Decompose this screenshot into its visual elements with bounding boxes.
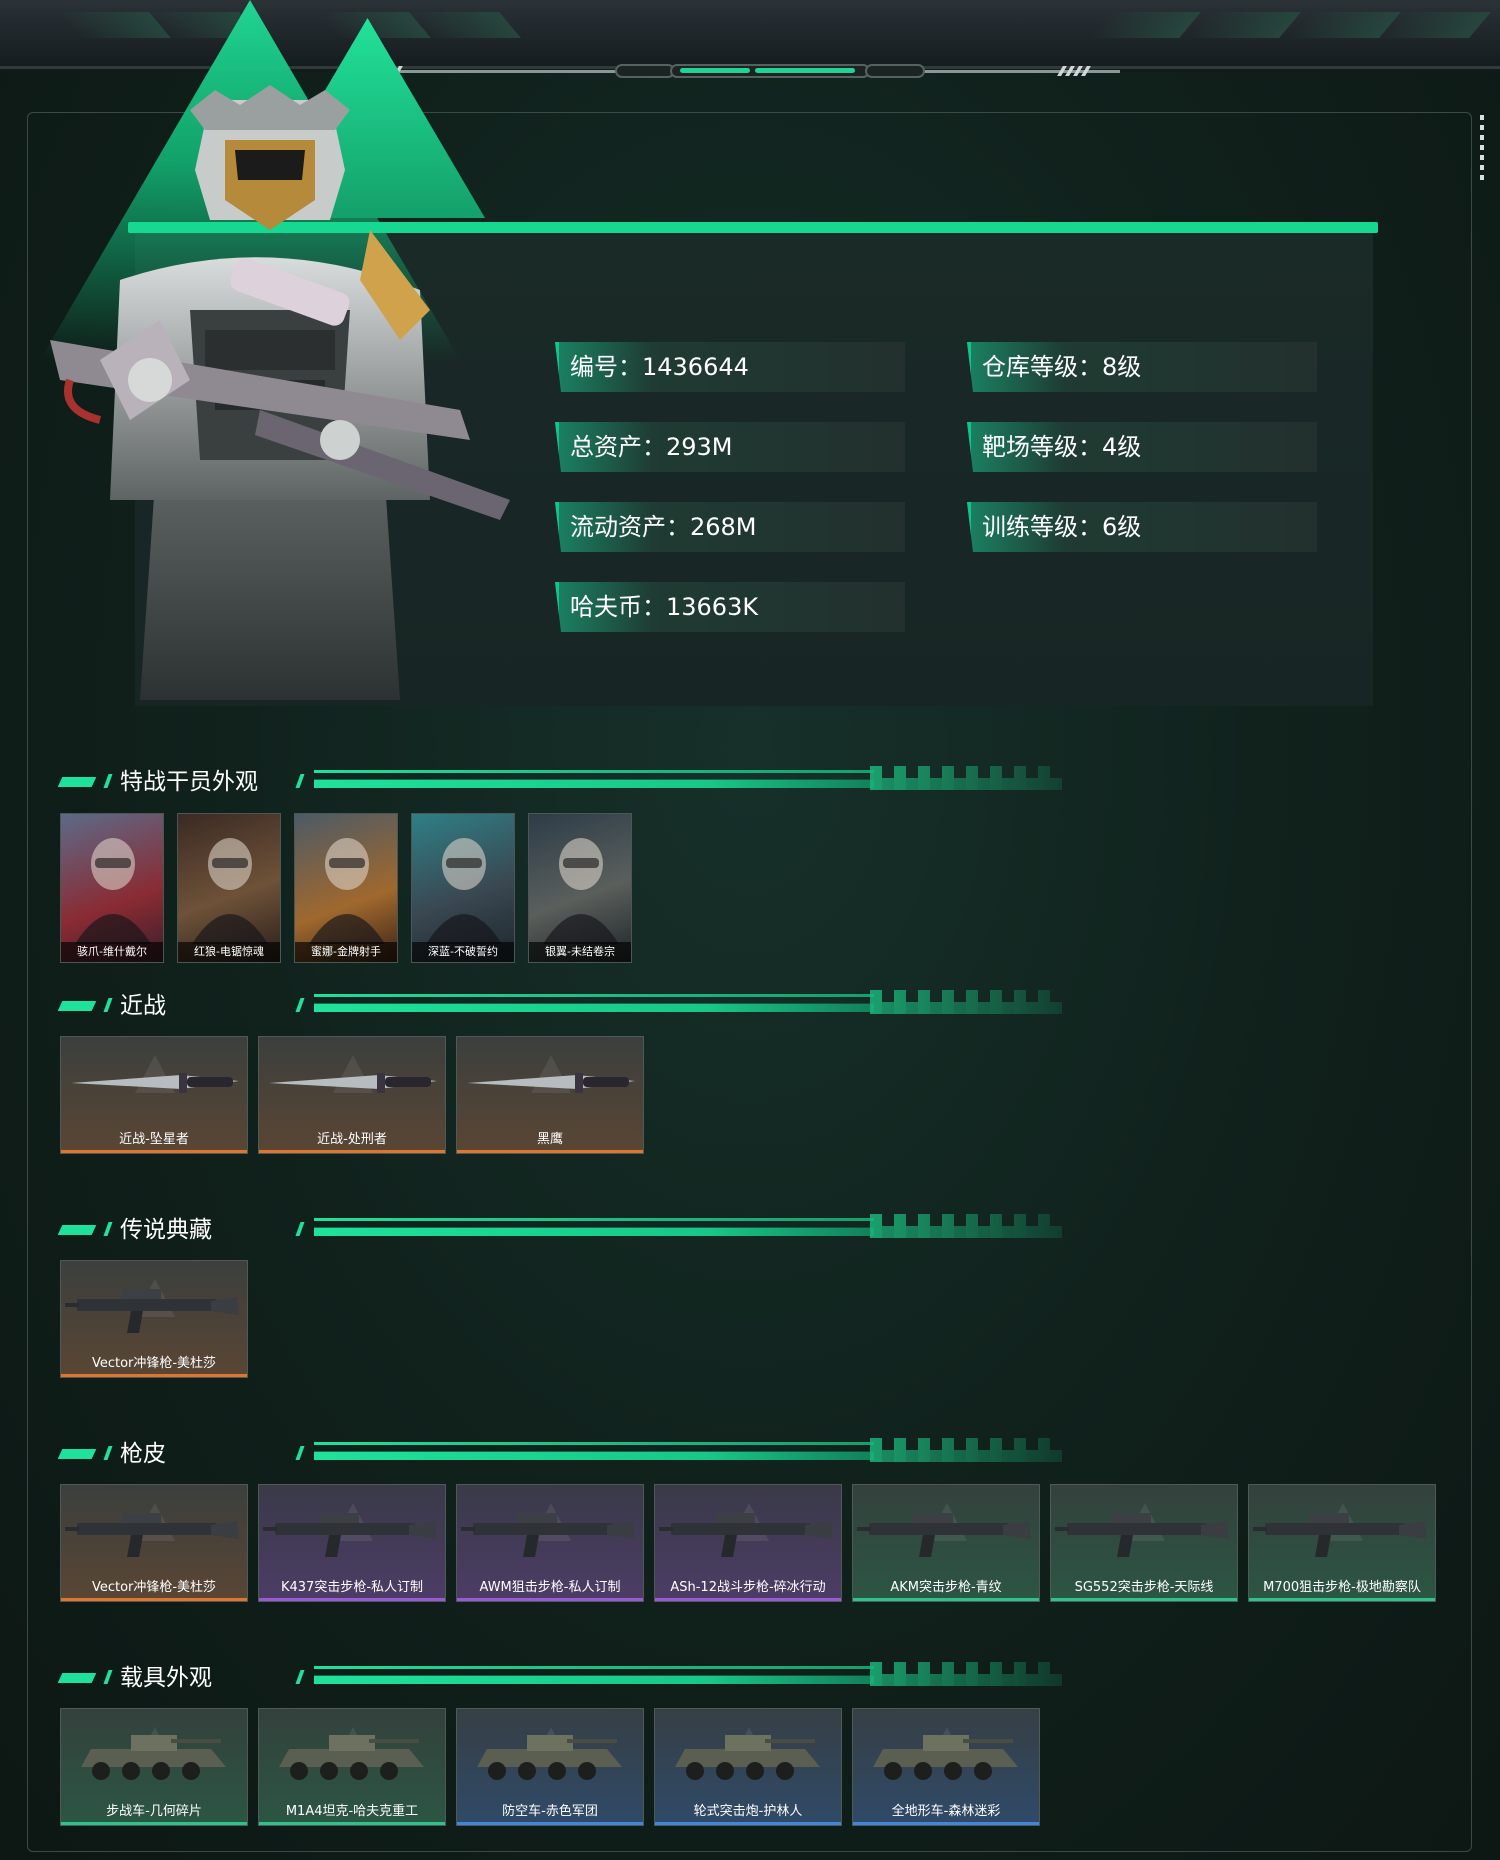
rarity-underline: [1249, 1598, 1435, 1601]
rarity-underline: [259, 1822, 445, 1825]
hud-pill: [615, 64, 675, 78]
weapon-icon: [65, 1513, 239, 1557]
weapon-icon: [659, 1513, 833, 1557]
rarity-underline: [259, 1150, 445, 1153]
section-header-legendary: 传说典藏: [57, 1214, 1072, 1246]
scroll-indicator: [1480, 115, 1484, 185]
melee-card[interactable]: 黑鹰: [456, 1036, 644, 1154]
profile-training-level: 训练等级：6级: [967, 502, 1317, 552]
vehicle-icon: [873, 1735, 1018, 1780]
vehicle-icon: [675, 1735, 820, 1780]
vehicle-card[interactable]: 防空车-赤色军团: [456, 1708, 644, 1826]
weapon-icon: [71, 1073, 239, 1093]
weapon-icon: [269, 1073, 437, 1093]
vehicle-card[interactable]: 全地形车-森林迷彩: [852, 1708, 1040, 1826]
skin-card[interactable]: ASh-12战斗步枪-碎冰行动: [654, 1484, 842, 1602]
section-header-melee: 近战: [57, 990, 1072, 1022]
rarity-underline: [259, 1598, 445, 1601]
operator-name: 深蓝-不破誓约: [412, 942, 514, 962]
section-title: 近战: [120, 993, 166, 1019]
operator-card[interactable]: 红狼-电锯惊魂: [177, 813, 281, 963]
vehicle-card[interactable]: 轮式突击炮-护林人: [654, 1708, 842, 1826]
profile-hafu-coins: 哈夫币：13663K: [555, 582, 905, 632]
weapon-icon: [1055, 1513, 1229, 1557]
hud-glow: [680, 68, 750, 73]
operator-card[interactable]: 蜜娜-金牌射手: [294, 813, 398, 963]
operator-portrait-icon: [426, 838, 502, 944]
operator-portrait-icon: [309, 838, 385, 944]
operator-portrait-icon: [543, 838, 619, 944]
section-header-vehicles: 载具外观: [57, 1662, 1072, 1694]
vehicle-icon: [279, 1735, 424, 1780]
section-title: 载具外观: [120, 1665, 212, 1691]
rarity-underline: [61, 1374, 247, 1377]
operator-portrait-icon: [75, 838, 151, 944]
operator-card[interactable]: 银翼-未结卷宗: [528, 813, 632, 963]
section-title: 特战干员外观: [120, 769, 258, 795]
profile-warehouse-level: 仓库等级：8级: [967, 342, 1317, 392]
operator-portrait-icon: [50, 85, 510, 700]
skin-card[interactable]: M700狙击步枪-极地勘察队: [1248, 1484, 1436, 1602]
profile-total-assets: 总资产：293M: [555, 422, 905, 472]
profile-id: 编号：1436644: [555, 342, 905, 392]
banner-stripe: [1379, 12, 1491, 38]
skin-card[interactable]: AKM突击步枪-青纹: [852, 1484, 1040, 1602]
vehicle-card[interactable]: M1A4坦克-哈夫克重工: [258, 1708, 446, 1826]
vehicle-icon: [477, 1735, 622, 1780]
rarity-underline: [655, 1598, 841, 1601]
section-header-skins: 枪皮: [57, 1438, 1072, 1470]
hud-glow: [755, 68, 855, 73]
melee-card[interactable]: 近战-坠星者: [60, 1036, 248, 1154]
operator-card[interactable]: 深蓝-不破誓约: [411, 813, 515, 963]
profile-liquid-assets: 流动资产：268M: [555, 502, 905, 552]
profile-range-level: 靶场等级：4级: [967, 422, 1317, 472]
operator-name: 蜜娜-金牌射手: [295, 942, 397, 962]
banner-stripe: [1089, 12, 1201, 38]
rarity-underline: [655, 1822, 841, 1825]
weapon-icon: [857, 1513, 1031, 1557]
vehicle-card[interactable]: 步战车-几何碎片: [60, 1708, 248, 1826]
operator-card[interactable]: 骇爪-维什戴尔: [60, 813, 164, 963]
rarity-underline: [61, 1150, 247, 1153]
weapon-icon: [461, 1513, 635, 1557]
rarity-underline: [61, 1822, 247, 1825]
rarity-underline: [1051, 1598, 1237, 1601]
vehicle-icon: [81, 1735, 226, 1780]
skin-card[interactable]: AWM狙击步枪-私人订制: [456, 1484, 644, 1602]
rarity-underline: [61, 1598, 247, 1601]
weapon-icon: [1253, 1513, 1427, 1557]
operator-name: 银翼-未结卷宗: [529, 942, 631, 962]
rarity-underline: [853, 1822, 1039, 1825]
skin-card[interactable]: K437突击步枪-私人订制: [258, 1484, 446, 1602]
rarity-underline: [457, 1598, 643, 1601]
skin-card[interactable]: SG552突击步枪-天际线: [1050, 1484, 1238, 1602]
melee-card[interactable]: 近战-处刑者: [258, 1036, 446, 1154]
weapon-icon: [467, 1073, 635, 1093]
rarity-underline: [853, 1598, 1039, 1601]
banner-stripe: [1189, 12, 1301, 38]
hud-pill: [865, 64, 925, 78]
operator-name: 红狼-电锯惊魂: [178, 942, 280, 962]
section-header-operators: 特战干员外观: [57, 766, 1072, 798]
legendary-card[interactable]: Vector冲锋枪-美杜莎: [60, 1260, 248, 1378]
weapon-icon: [263, 1513, 437, 1557]
section-title: 枪皮: [120, 1441, 166, 1467]
operator-portrait-icon: [192, 838, 268, 944]
rarity-underline: [457, 1150, 643, 1153]
weapon-icon: [65, 1289, 239, 1333]
skin-card[interactable]: Vector冲锋枪-美杜莎: [60, 1484, 248, 1602]
section-title: 传说典藏: [120, 1217, 212, 1243]
rarity-underline: [457, 1822, 643, 1825]
operator-name: 骇爪-维什戴尔: [61, 942, 163, 962]
